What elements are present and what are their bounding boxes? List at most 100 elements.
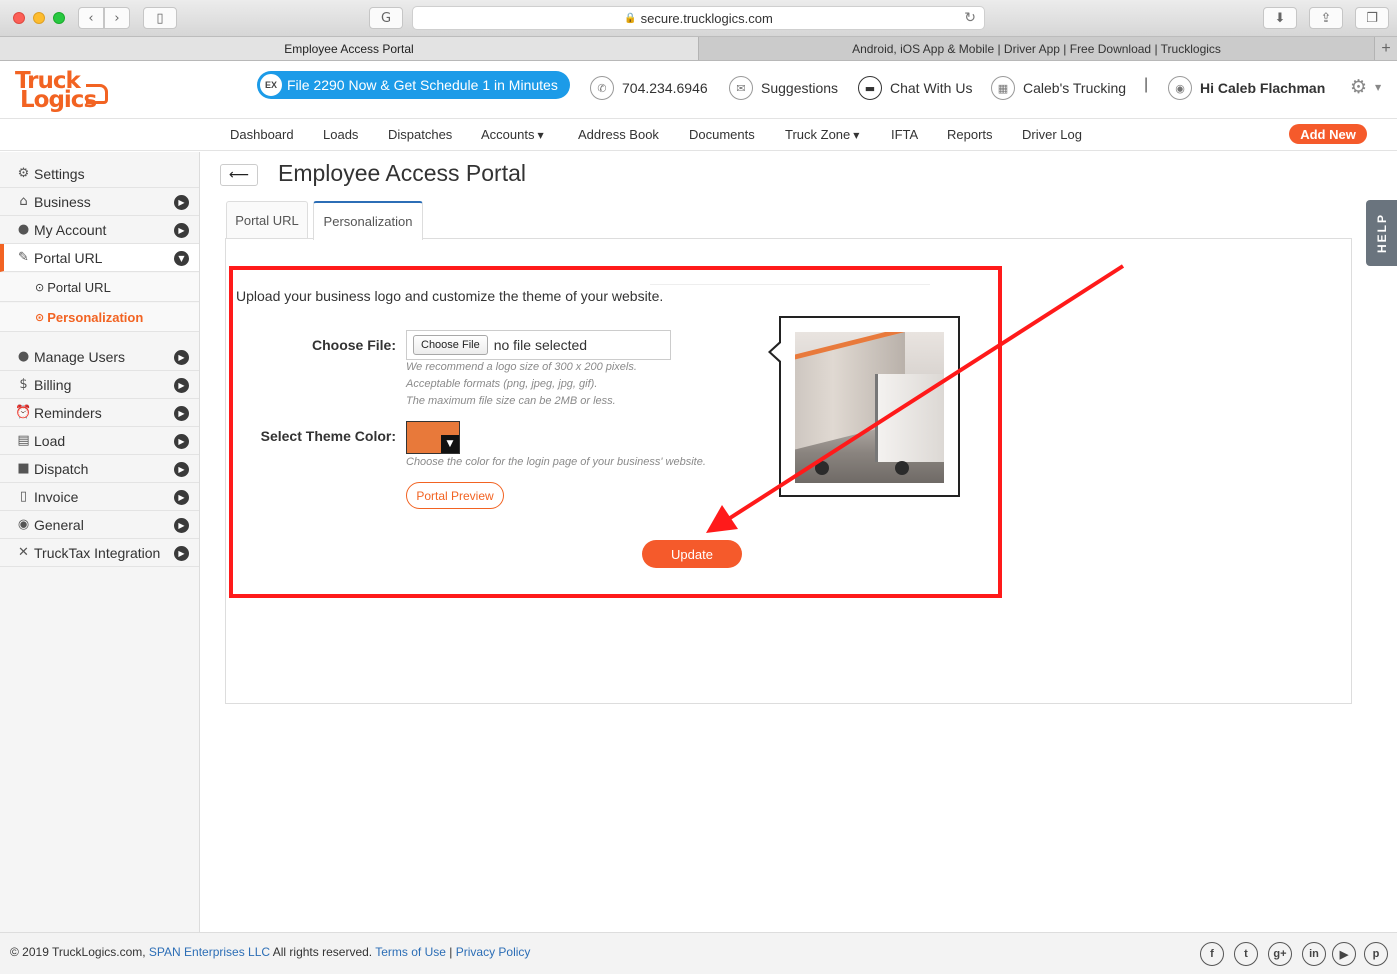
- footer-text: © 2019 TruckLogics.com, SPAN Enterprises…: [10, 945, 531, 959]
- user-avatar-icon: ◉: [1168, 76, 1192, 100]
- sidebar-item-general[interactable]: ◉ General ▶: [0, 511, 199, 539]
- chevron-right-icon: ▶: [174, 546, 189, 561]
- sidebar-item-trucktax-integration[interactable]: ✕ TruckTax Integration ▶: [0, 539, 199, 567]
- circle-dot-icon: ⊙: [35, 280, 45, 294]
- sidebar-item-dispatch[interactable]: ■ Dispatch ▶: [0, 455, 199, 483]
- back-button[interactable]: ⟵: [220, 164, 258, 186]
- sidebar-item-load[interactable]: ▤ Load ▶: [0, 427, 199, 455]
- close-window-button[interactable]: [13, 12, 25, 24]
- file-upload-input[interactable]: Choose File no file selected: [406, 330, 671, 360]
- help-tab[interactable]: HELP: [1366, 200, 1397, 266]
- trucktax-icon: ✕: [18, 545, 29, 560]
- zoom-window-button[interactable]: [53, 12, 65, 24]
- sidebar-subitem-portal-url[interactable]: ⊙ Portal URL: [0, 273, 199, 302]
- span-enterprises-link[interactable]: SPAN Enterprises LLC: [149, 945, 270, 959]
- sidebar-item-reminders[interactable]: ⏰ Reminders ▶: [0, 399, 199, 427]
- divider: [650, 284, 930, 285]
- sidebar-item-manage-users[interactable]: ● Manage Users ▶: [0, 343, 199, 371]
- chevron-down-icon[interactable]: ▼: [1375, 83, 1381, 92]
- downloads-button[interactable]: ⬇: [1263, 7, 1297, 29]
- page-title: Employee Access Portal: [278, 160, 527, 186]
- linkedin-icon[interactable]: in: [1302, 942, 1326, 966]
- mail-icon: ✉: [729, 76, 753, 100]
- sidebar-item-invoice[interactable]: ▯ Invoice ▶: [0, 483, 199, 511]
- sidebar-item-settings[interactable]: ⚙ Settings: [0, 160, 199, 188]
- nav-loads[interactable]: Loads: [323, 127, 358, 142]
- update-button[interactable]: Update: [642, 540, 742, 568]
- sidebar-toggle-button[interactable]: ▯: [143, 7, 177, 29]
- nav-ifta[interactable]: IFTA: [891, 127, 918, 142]
- extension-button[interactable]: G: [369, 7, 403, 29]
- address-bar[interactable]: 🔒 secure.trucklogics.com ↻: [412, 6, 985, 30]
- twitter-icon[interactable]: t: [1234, 942, 1258, 966]
- file-hint: We recommend a logo size of 300 x 200 pi…: [406, 361, 637, 373]
- nav-documents[interactable]: Documents: [689, 127, 755, 142]
- new-tab-button[interactable]: +: [1374, 37, 1397, 60]
- arrow-left-icon: ⟵: [228, 167, 250, 183]
- chevron-right-icon: ▶: [174, 378, 189, 393]
- chevron-right-icon: ▶: [174, 518, 189, 533]
- reload-icon[interactable]: ↻: [964, 10, 976, 26]
- compass-icon: ◉: [17, 517, 30, 532]
- phone-link[interactable]: ✆ 704.234.6946: [590, 76, 708, 100]
- theme-color-label: Select Theme Color:: [260, 428, 396, 444]
- youtube-icon[interactable]: ▶: [1332, 942, 1356, 966]
- browser-tab[interactable]: Android, iOS App & Mobile | Driver App |…: [698, 37, 1374, 60]
- terms-link[interactable]: Terms of Use: [375, 945, 446, 959]
- bank-icon: ⌂: [19, 194, 28, 209]
- intro-text: Upload your business logo and customize …: [236, 288, 664, 304]
- sidebar-subitem-personalization[interactable]: ⊙ Personalization: [0, 303, 199, 332]
- sidebar-item-portal-url[interactable]: ✎ Portal URL ▼: [0, 244, 199, 272]
- tab-portal-url[interactable]: Portal URL: [226, 201, 308, 239]
- add-new-button[interactable]: Add New: [1289, 124, 1367, 144]
- sidebar-item-my-account[interactable]: ● My Account ▶: [0, 216, 199, 244]
- chevron-right-icon: ▶: [174, 350, 189, 365]
- chevron-right-icon: ▶: [174, 223, 189, 238]
- choose-file-button[interactable]: Choose File: [413, 335, 488, 355]
- nav-dashboard[interactable]: Dashboard: [230, 127, 294, 142]
- users-icon: ●: [17, 349, 30, 364]
- google-plus-icon[interactable]: g+: [1268, 942, 1292, 966]
- chat-link[interactable]: ▬ Chat With Us: [858, 76, 972, 100]
- download-icon: ⬇: [1274, 10, 1286, 26]
- theme-color-picker[interactable]: ▼: [406, 421, 460, 454]
- minimize-window-button[interactable]: [33, 12, 45, 24]
- file-hint: The maximum file size can be 2MB or less…: [406, 395, 616, 407]
- sidebar-item-business[interactable]: ⌂ Business ▶: [0, 188, 199, 216]
- privacy-link[interactable]: Privacy Policy: [456, 945, 531, 959]
- pinterest-icon[interactable]: p: [1364, 942, 1388, 966]
- sidebar-icon: ▯: [156, 10, 164, 26]
- gear-icon: ⚙: [17, 166, 30, 181]
- back-nav-button[interactable]: ‹: [78, 7, 104, 29]
- truck-logo-image: [795, 332, 944, 483]
- tabs-overview-button[interactable]: ❐: [1355, 7, 1389, 29]
- user-menu[interactable]: ◉ Hi Caleb Flachman: [1168, 76, 1325, 100]
- chevron-down-icon: ▼: [441, 435, 459, 453]
- choose-file-label: Choose File:: [311, 337, 396, 353]
- nav-dispatches[interactable]: Dispatches: [388, 127, 452, 142]
- forward-nav-button[interactable]: ›: [104, 7, 130, 29]
- nav-driver-log[interactable]: Driver Log: [1022, 127, 1082, 142]
- suggestions-link[interactable]: ✉ Suggestions: [729, 76, 838, 100]
- facebook-icon[interactable]: f: [1200, 942, 1224, 966]
- nav-truck-zone[interactable]: Truck Zone ▼: [785, 127, 859, 142]
- sidebar-item-billing[interactable]: $ Billing ▶: [0, 371, 199, 399]
- chat-icon: ▬: [858, 76, 882, 100]
- gear-icon[interactable]: ⚙: [1350, 76, 1367, 98]
- tab-personalization[interactable]: Personalization: [313, 201, 423, 240]
- user-icon: ●: [17, 222, 30, 237]
- company-link[interactable]: ▦ Caleb's Trucking: [991, 76, 1126, 100]
- trucklogics-logo[interactable]: Truck Logics: [14, 70, 112, 114]
- truck-icon: [86, 84, 108, 104]
- nav-accounts[interactable]: Accounts ▼: [481, 127, 544, 142]
- browser-toolbar: ‹ › ▯ G 🔒 secure.trucklogics.com ↻ ⬇ ⇪ ❐: [0, 0, 1397, 37]
- share-button[interactable]: ⇪: [1309, 7, 1343, 29]
- browser-tab-active[interactable]: Employee Access Portal: [0, 37, 698, 60]
- nav-address-book[interactable]: Address Book: [578, 127, 659, 142]
- main-navigation: Dashboard Loads Dispatches Accounts ▼ Add…: [0, 118, 1397, 151]
- portal-preview-button[interactable]: Portal Preview: [406, 482, 504, 509]
- nav-reports[interactable]: Reports: [947, 127, 993, 142]
- settings-sidebar: ⚙ Settings ⌂ Business ▶ ● My Account ▶ ✎ Por…: [0, 152, 200, 932]
- grammarly-icon: G: [380, 10, 392, 26]
- promo-banner[interactable]: EX File 2290 Now & Get Schedule 1 in Min…: [257, 71, 570, 99]
